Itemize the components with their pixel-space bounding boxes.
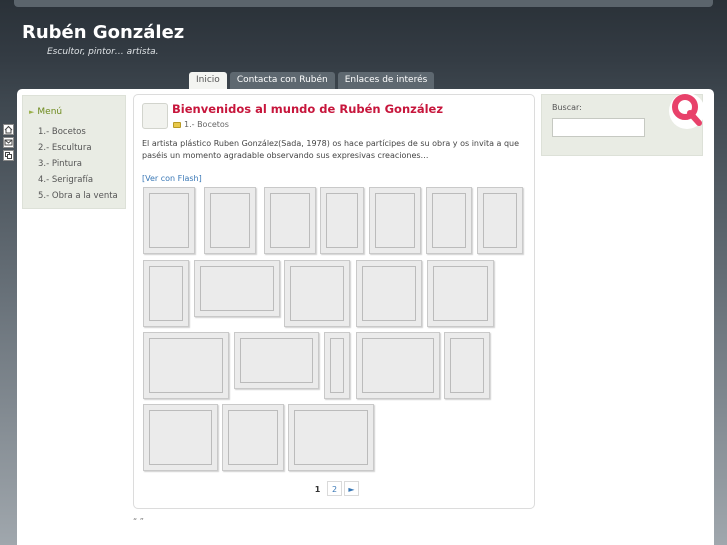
tab-inicio[interactable]: Inicio (189, 72, 227, 89)
search-magnifier-icon (659, 91, 703, 139)
sidebar-item-bocetos[interactable]: 1.- Bocetos (38, 126, 118, 142)
menu-arrow-icon: ► (29, 108, 35, 116)
gallery-thumbnail[interactable] (143, 404, 218, 471)
sidebar-item-pintura[interactable]: 3.- Pintura (38, 158, 118, 174)
gallery-thumbnail[interactable] (194, 260, 280, 317)
gallery-thumbnail[interactable] (477, 187, 523, 254)
side-icon-bar (3, 124, 14, 163)
gallery-thumbnail[interactable] (222, 404, 284, 471)
nav-tabs: Inicio Contacta con Rubén Enlaces de int… (189, 72, 437, 89)
pagination: 1 2 ► (310, 481, 361, 496)
mail-icon[interactable] (3, 137, 14, 148)
site-tagline: Escultor, pintor… artista. (47, 47, 159, 57)
footer-quotes: “ ” (133, 517, 144, 526)
page-link-2[interactable]: 2 (327, 481, 342, 496)
gallery-thumbnail[interactable] (324, 332, 350, 399)
next-page-arrow-icon[interactable]: ► (344, 481, 359, 496)
menu-heading: ► Menú (29, 107, 62, 117)
search-label: Buscar: (552, 103, 582, 112)
sidebar-menu: ► Menú 1.- Bocetos 2.- Escultura 3.- Pint… (22, 95, 126, 209)
menu-list: 1.- Bocetos 2.- Escultura 3.- Pintura 4.… (38, 126, 118, 206)
gallery-thumbnail[interactable] (427, 260, 494, 327)
gallery-thumbnail[interactable] (143, 260, 189, 327)
tab-enlaces[interactable]: Enlaces de interés (337, 72, 435, 89)
gallery-thumbnail[interactable] (143, 187, 195, 254)
folder-icon (173, 121, 181, 128)
gallery-thumbnail[interactable] (320, 187, 364, 254)
main-content: Bienvenidos al mundo de Rubén González 1… (133, 94, 535, 509)
gallery-thumbnail[interactable] (356, 260, 422, 327)
avatar (142, 103, 168, 129)
menu-title-label: Menú (37, 107, 63, 117)
gallery-thumbnail[interactable] (204, 187, 256, 254)
home-icon[interactable] (3, 124, 14, 135)
post-title[interactable]: Bienvenidos al mundo de Rubén González (172, 102, 443, 116)
post-category[interactable]: 1.- Bocetos (173, 120, 229, 129)
gallery-thumbnail[interactable] (284, 260, 350, 327)
post-body: El artista plástico Ruben González(Sada,… (142, 139, 520, 160)
flash-link[interactable]: [Ver con Flash] (142, 174, 202, 183)
top-bar (14, 0, 713, 7)
site-title[interactable]: Rubén González (22, 22, 184, 43)
tab-contacta[interactable]: Contacta con Rubén (229, 72, 335, 89)
sidebar-item-serigrafia[interactable]: 4.- Serigrafía (38, 174, 118, 190)
gallery-thumbnail[interactable] (426, 187, 472, 254)
gallery-thumbnail[interactable] (444, 332, 490, 399)
bookmark-icon[interactable] (3, 150, 14, 161)
page-current: 1 (310, 481, 325, 496)
gallery-thumbnail[interactable] (288, 404, 374, 471)
gallery-thumbnail[interactable] (369, 187, 421, 254)
search-input[interactable] (552, 118, 645, 137)
gallery-thumbnail[interactable] (356, 332, 440, 399)
gallery-thumbnail[interactable] (234, 332, 319, 389)
gallery-thumbnail[interactable] (143, 332, 229, 399)
gallery-thumbnail[interactable] (264, 187, 316, 254)
post-category-label[interactable]: 1.- Bocetos (184, 120, 229, 129)
sidebar-item-escultura[interactable]: 2.- Escultura (38, 142, 118, 158)
sidebar-item-obra-venta[interactable]: 5.- Obra a la venta (38, 190, 118, 206)
